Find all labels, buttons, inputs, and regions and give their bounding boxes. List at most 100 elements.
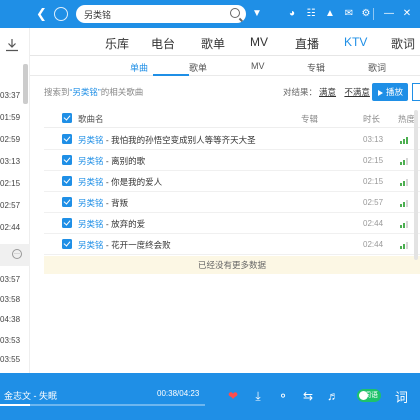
singer-link[interactable]: 另类铭 [78,156,104,166]
popularity-icon [400,242,414,249]
minimize-icon[interactable]: — [383,8,395,20]
song-title[interactable]: 离别的歌 [111,156,145,166]
row-checkbox[interactable] [62,239,72,249]
song-cell[interactable]: 另类铭 - 离别的歌 [78,155,145,167]
play-all-label: 播放 [386,87,404,97]
summary-keyword: “另类铭” [69,87,101,97]
dropdown-icon[interactable]: ▼ [252,7,264,21]
separator: - [103,198,112,208]
loop-icon[interactable]: ⇆ [301,389,315,403]
sub-tab[interactable]: 单曲 [130,61,148,74]
close-icon[interactable]: ✕ [401,8,413,20]
sub-tab[interactable]: 歌词 [368,61,386,74]
more-icon[interactable]: ··· [12,249,22,259]
nav-tab[interactable]: 歌词 [391,35,415,52]
singer-link[interactable]: 另类铭 [78,177,104,187]
mail-icon[interactable]: ✉ [343,8,355,20]
singer-link[interactable]: 另类铭 [78,219,104,229]
table-row[interactable]: 另类铭 - 离别的歌 02:15 [44,150,420,171]
now-playing-title[interactable]: 金志文 - 失眠 [4,389,57,402]
song-cell[interactable]: 另类铭 - 你是我的爱人 [78,176,162,188]
active-tab-underline [153,74,189,76]
popularity-icon [400,137,414,144]
duration: 03:13 [363,135,384,144]
song-cell[interactable]: 另类铭 - 放弃的爱 [78,218,145,230]
header-album: 专辑 [301,114,319,124]
title-bar: ❮ ▼ ◕ ☷ ▲ ✉ ⚙ — ✕ [0,0,420,28]
history-time: 02:59 [0,135,21,144]
row-checkbox[interactable] [62,155,72,165]
duration: 02:15 [363,156,384,165]
player-bar: 金志文 - 失眠 00:38/04:23 ❤ ⤓ ⚬ ⇆ ♬ 词语 词 [0,373,420,420]
history-time: 03:55 [0,355,21,364]
singer-link[interactable]: 另类铭 [78,198,104,208]
back-icon[interactable]: ❮ [36,7,48,21]
refresh-icon[interactable] [54,7,68,21]
play-all-button[interactable]: 播放 [372,83,408,101]
separator: - [103,240,112,250]
duration: 02:15 [363,177,384,186]
nav-tab[interactable]: 歌单 [201,35,225,52]
nav-tab[interactable]: 电台 [151,35,175,52]
song-title[interactable]: 我怕我的孙悟空变成别人等等齐天大圣 [111,135,256,145]
summary-prefix: 搜索到 [44,87,70,97]
progress-fill [0,404,30,406]
table-row[interactable]: 另类铭 - 花开一度终会败 02:44 [44,234,420,255]
nav-tab[interactable]: KTV [344,35,367,49]
table-row[interactable]: 另类铭 - 放弃的爱 02:44 [44,213,420,234]
unsatisfied-link[interactable]: 不满意 [344,87,370,97]
table-row[interactable]: 另类铭 - 你是我的爱人 02:15 [44,171,420,192]
nav-tab[interactable]: MV [250,35,268,49]
row-checkbox[interactable] [62,218,72,228]
left-panel: ··· 03:37 01:59 02:59 03:13 02:15 02:57 02:44 0… [0,28,30,373]
song-cell[interactable]: 另类铭 - 我怕我的孙悟空变成别人等等齐天大圣 [78,134,256,146]
song-title[interactable]: 放弃的爱 [111,219,145,229]
lyrics-button[interactable]: 词 [395,387,408,406]
duration: 02:57 [363,198,384,207]
song-cell[interactable]: 另类铭 - 花开一度终会败 [78,239,171,251]
settings-icon[interactable]: ⚙ [360,8,372,20]
sub-tab[interactable]: 歌单 [189,61,207,74]
song-title[interactable]: 你是我的爱人 [111,177,162,187]
row-checkbox[interactable] [62,197,72,207]
search-icon[interactable] [230,8,240,18]
play-options-button[interactable] [412,83,420,101]
table-header: 歌曲名 专辑 时长 热度 [44,108,420,128]
satisfied-link[interactable]: 满意 [319,87,336,97]
select-all-checkbox[interactable] [62,113,72,123]
share-icon[interactable]: ⚬ [276,389,290,403]
download-icon[interactable]: ⤓ [251,389,265,403]
popularity-icon [400,179,414,186]
row-checkbox[interactable] [62,134,72,144]
sub-tab[interactable]: MV [251,61,265,71]
radio-icon[interactable]: ◕ [286,8,298,20]
scrollbar[interactable] [414,110,418,260]
song-title[interactable]: 背叛 [111,198,128,208]
game-icon[interactable]: ☷ [305,8,317,20]
playback-time: 00:38/04:23 [157,389,200,398]
play-icon [378,90,383,96]
header-hot: 热度 [398,114,416,124]
skin-icon[interactable]: ▲ [324,8,336,20]
progress-bar[interactable] [0,404,205,406]
lyric-toggle[interactable]: 词语 [357,389,381,402]
nav-tab[interactable]: 乐库 [105,35,129,52]
row-checkbox[interactable] [62,176,72,186]
song-title[interactable]: 花开一度终会败 [111,240,171,250]
volume-icon[interactable]: ♬ [326,389,340,403]
heart-icon[interactable]: ❤ [226,389,240,403]
search-input[interactable] [84,7,224,21]
singer-link[interactable]: 另类铭 [78,135,104,145]
table-row[interactable]: 另类铭 - 背叛 02:57 [44,192,420,213]
sub-tab[interactable]: 专辑 [307,61,325,74]
feedback: 对结果： 满意 不满意 [283,86,370,98]
history-time: 03:53 [0,336,21,345]
singer-link[interactable]: 另类铭 [78,240,104,250]
download-icon[interactable] [5,38,19,52]
search-box[interactable] [76,5,246,23]
popularity-icon [400,221,414,228]
nav-tab[interactable]: 直播 [295,35,319,52]
history-time: 02:15 [0,179,21,188]
table-row[interactable]: 另类铭 - 我怕我的孙悟空变成别人等等齐天大圣 03:13 [44,129,420,150]
song-cell[interactable]: 另类铭 - 背叛 [78,197,128,209]
